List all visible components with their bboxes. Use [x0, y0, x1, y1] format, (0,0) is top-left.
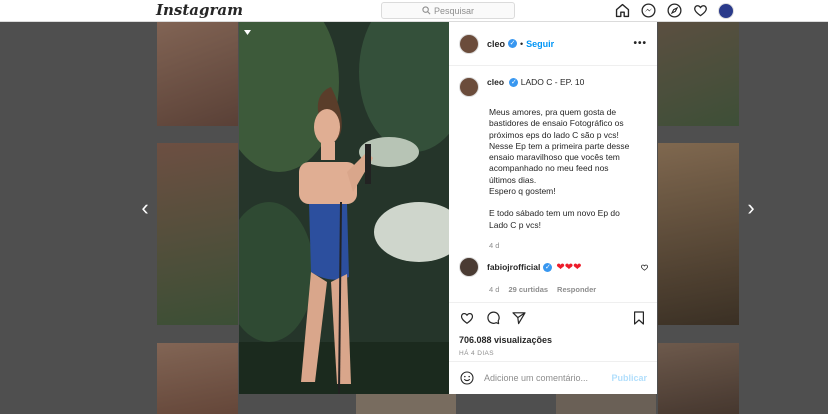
instagram-logo[interactable]: Instagram	[156, 1, 243, 19]
grid-tile[interactable]	[157, 343, 238, 414]
comment-like-icon[interactable]	[640, 263, 649, 272]
post-header: cleo ✓ • Seguir •••	[449, 22, 657, 66]
author-username[interactable]: cleo	[487, 39, 505, 49]
follow-button[interactable]: Seguir	[526, 39, 554, 49]
grid-tile[interactable]	[556, 394, 656, 414]
search-box[interactable]: Pesquisar	[381, 2, 515, 19]
separator-dot: •	[520, 38, 524, 49]
view-count[interactable]: 706.088 visualizações	[459, 335, 647, 345]
commenter-avatar[interactable]	[459, 257, 479, 277]
verified-badge-icon: ✓	[508, 39, 518, 48]
caption-line: Meus amores, pra quem gosta de	[489, 107, 617, 117]
caption-line: ensaio maravilhoso que vocês tem	[489, 152, 620, 163]
commenter-username[interactable]: fabiojrofficial	[487, 262, 540, 272]
caption-username[interactable]: cleo	[487, 77, 504, 87]
caption-avatar[interactable]	[459, 77, 479, 97]
share-icon[interactable]	[511, 310, 527, 326]
save-icon[interactable]	[631, 310, 647, 326]
caption-title: LADO C - EP. 10	[520, 77, 585, 87]
comment-input[interactable]	[484, 373, 604, 383]
verified-badge-icon: ✓	[543, 262, 553, 272]
reply-button[interactable]: Responder	[557, 285, 596, 294]
verified-badge-icon: ✓	[509, 78, 519, 88]
caption-line: próximos eps do lado C são p vcs!	[489, 129, 619, 140]
nav-icons	[614, 2, 734, 19]
grid-tile[interactable]	[157, 143, 238, 325]
explore-icon[interactable]	[666, 2, 683, 19]
search-icon	[422, 6, 431, 15]
like-icon[interactable]	[459, 310, 475, 326]
caption: cleo ✓ LADO C - EP. 10 Meus amores, pra …	[459, 77, 649, 250]
caption-body: Meus amores, pra quem gosta de bastidore…	[489, 107, 649, 231]
author-avatar[interactable]	[459, 33, 479, 54]
comment-likes[interactable]: 29 curtidas	[508, 285, 548, 294]
comment-meta: 4 d 29 curtidas Responder	[489, 285, 649, 294]
add-comment-bar: Publicar	[449, 361, 657, 394]
comment-icon[interactable]	[485, 310, 501, 326]
grid-tile[interactable]	[658, 343, 739, 414]
caption-line: bastidores de ensaio Fotográfico os	[489, 118, 624, 129]
messenger-icon[interactable]	[640, 2, 657, 19]
caption-line: Nesse Ep tem a primeira parte desse	[489, 140, 630, 151]
posted-ago[interactable]: HÁ 4 DIAS	[459, 350, 647, 357]
caption-line: últimos dias.	[489, 174, 537, 185]
post-photo[interactable]	[239, 22, 449, 394]
caption-line: Espero q gostem!	[489, 186, 556, 197]
caption-line: E todo sábado tem um novo Ep do	[489, 208, 620, 219]
comment-text: ❤❤❤	[556, 261, 582, 273]
profile-avatar[interactable]	[718, 2, 734, 19]
caption-line: acompanhado no meu feed nos	[489, 163, 609, 174]
next-post-arrow[interactable]: ›	[743, 196, 759, 220]
publish-button[interactable]: Publicar	[611, 373, 647, 383]
grid-tile[interactable]	[356, 394, 456, 414]
search-placeholder: Pesquisar	[433, 5, 475, 16]
prev-post-arrow[interactable]: ‹	[137, 196, 153, 220]
comment: fabiojrofficial ✓ ❤❤❤ 4 d 29 curtidas Re…	[459, 257, 649, 294]
caption-line: Lado C p vcs!	[489, 219, 541, 230]
top-nav-bar: Instagram Pesquisar	[0, 0, 828, 22]
post-photo-image	[239, 22, 449, 394]
post-details-panel: cleo ✓ • Seguir ••• cleo ✓ LADO C - EP. …	[449, 22, 657, 394]
comment-timestamp[interactable]: 4 d	[489, 285, 499, 294]
grid-tile[interactable]	[658, 22, 739, 126]
heart-icon[interactable]	[692, 2, 709, 19]
caption-blank-line	[489, 197, 649, 208]
post-actions: 706.088 visualizações HÁ 4 DIAS	[449, 302, 657, 357]
home-icon[interactable]	[614, 2, 631, 19]
more-options-icon[interactable]: •••	[633, 38, 647, 49]
grid-tile[interactable]	[658, 143, 739, 325]
emoji-icon[interactable]	[459, 370, 475, 386]
grid-tile[interactable]	[157, 22, 238, 126]
caption-timestamp[interactable]: 4 d	[489, 241, 649, 250]
